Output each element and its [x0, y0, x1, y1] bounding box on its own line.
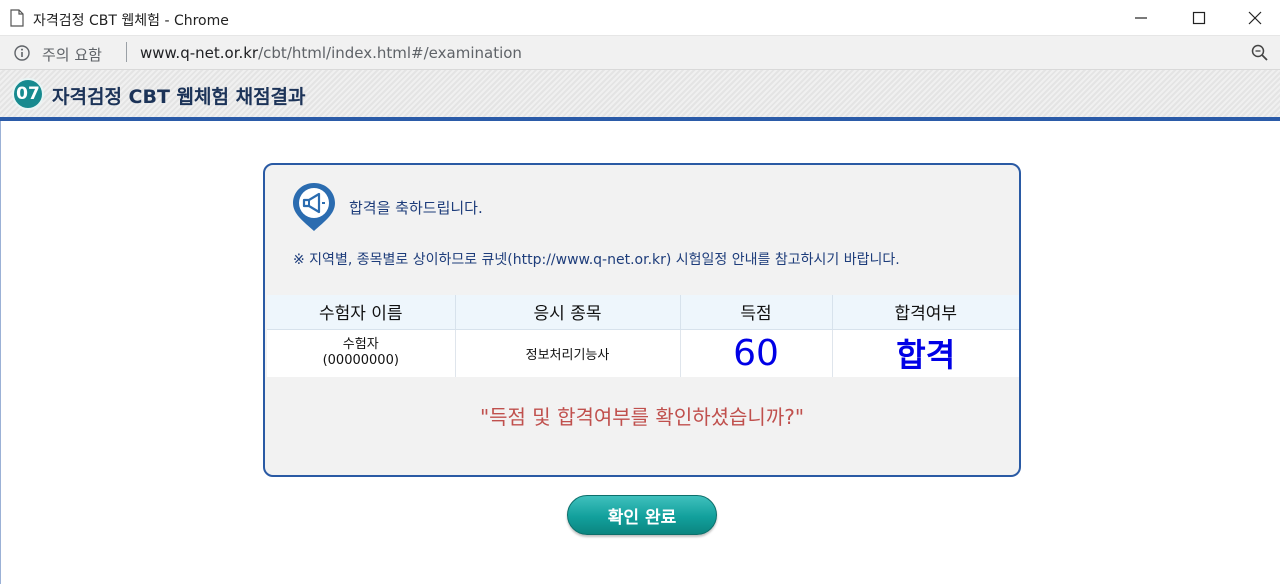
minimize-icon [1135, 17, 1147, 19]
close-icon [1248, 11, 1262, 25]
address-bar[interactable]: 주의 요함 www.q-net.or.kr/cbt/html/index.htm… [0, 36, 1280, 70]
minimize-button[interactable] [1112, 0, 1170, 36]
schedule-notice: ※ 지역별, 종목별로 상이하므로 큐넷(http://www.q-net.or… [293, 252, 900, 268]
maximize-button[interactable] [1170, 0, 1228, 36]
url-host: www.q-net.or.kr [140, 44, 259, 62]
info-icon[interactable] [14, 45, 30, 61]
table-row: 수험자 (00000000) 정보처리기능사 60 합격 [267, 329, 1019, 377]
security-warning-label[interactable]: 주의 요함 [42, 44, 102, 65]
subject-cell: 정보처리기능사 [455, 329, 681, 377]
zoom-icon[interactable] [1251, 44, 1269, 62]
page-left-border [0, 121, 1, 584]
candidate-cell: 수험자 (00000000) [267, 329, 456, 377]
result-cell: 합격 [896, 336, 956, 375]
header-divider [0, 117, 1280, 121]
confirmation-question: "득점 및 합격여부를 확인하셨습니까?" [479, 405, 805, 429]
candidate-name: 수험자 [342, 337, 379, 353]
page-title: 자격검정 CBT 웹체험 채점결과 [52, 86, 306, 108]
result-table: 수험자 이름 응시 종목 득점 합격여부 수험자 (00000000) 정보처리… [267, 295, 1019, 377]
header-subject: 응시 종목 [455, 295, 681, 330]
confirm-complete-button[interactable]: 확인 완료 [567, 495, 717, 535]
document-icon [10, 9, 24, 27]
maximize-icon [1192, 11, 1206, 25]
header-result: 합격여부 [832, 295, 1019, 330]
page-header: 07 자격검정 CBT 웹체험 채점결과 [0, 70, 1280, 118]
window-title-bar: 자격검정 CBT 웹체험 - Chrome [0, 0, 1280, 36]
score-cell: 60 [680, 329, 833, 377]
url-text[interactable]: www.q-net.or.kr/cbt/html/index.html#/exa… [140, 44, 522, 62]
address-separator [126, 42, 127, 62]
header-score: 득점 [680, 295, 833, 330]
step-number-badge: 07 [12, 78, 44, 110]
url-path: /cbt/html/index.html#/examination [258, 44, 522, 62]
table-header-row: 수험자 이름 응시 종목 득점 합격여부 [267, 295, 1019, 330]
header-name: 수험자 이름 [267, 295, 456, 330]
window-title: 자격검정 CBT 웹체험 - Chrome [33, 13, 229, 29]
close-button[interactable] [1226, 0, 1280, 36]
result-panel: 합격을 축하드립니다. ※ 지역별, 종목별로 상이하므로 큐넷(http://… [263, 163, 1021, 477]
candidate-id: (00000000) [322, 353, 399, 369]
congratulations-text: 합격을 축하드립니다. [349, 199, 483, 217]
megaphone-icon [293, 183, 335, 231]
